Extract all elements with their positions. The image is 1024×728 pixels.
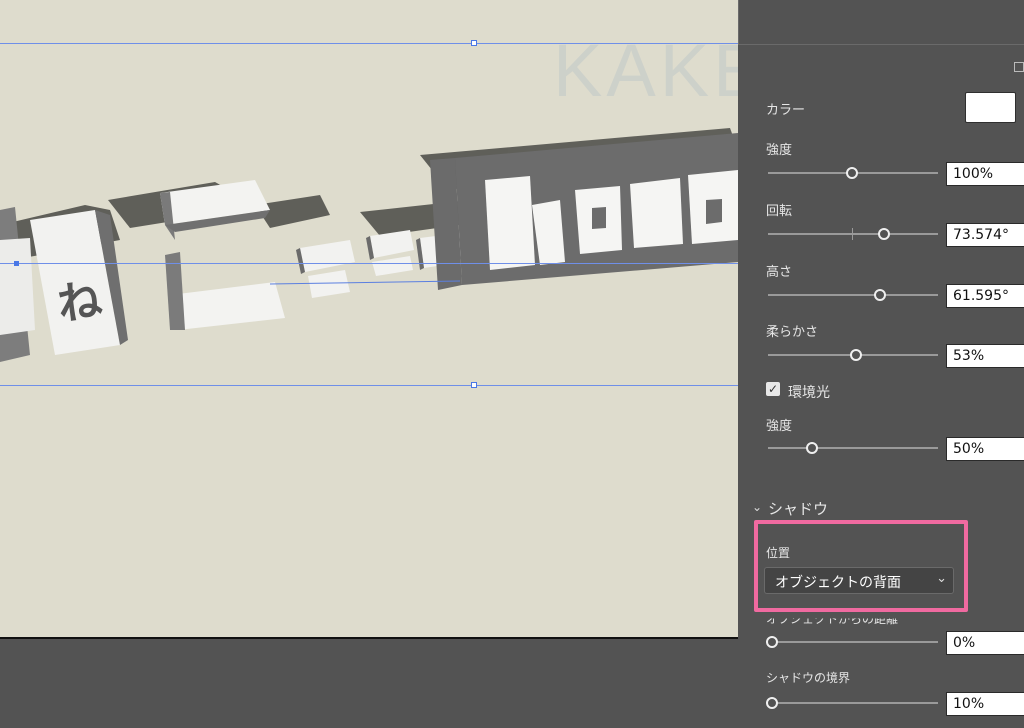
- guide-line-top: [0, 43, 738, 44]
- rotation-value[interactable]: 73.574°: [946, 223, 1024, 247]
- bounding-handle-bottom[interactable]: [471, 382, 477, 388]
- pasteboard: [0, 639, 738, 728]
- shadow-boundary-value[interactable]: 10%: [946, 692, 1024, 716]
- height-slider[interactable]: [768, 294, 938, 296]
- rotation-slider-knob[interactable]: [878, 228, 890, 240]
- height-slider-knob[interactable]: [874, 289, 886, 301]
- ambient-intensity-slider-knob[interactable]: [806, 442, 818, 454]
- anchor-point[interactable]: [14, 261, 19, 266]
- bounding-handle-top[interactable]: [471, 40, 477, 46]
- svg-text:ね: ね: [54, 274, 105, 331]
- softness-label: 柔らかさ: [766, 325, 819, 340]
- 3d-text-artwork[interactable]: ね: [0, 0, 738, 637]
- expand-icon[interactable]: [1014, 62, 1024, 72]
- softness-value[interactable]: 53%: [946, 344, 1024, 368]
- rotation-label: 回転: [766, 204, 793, 219]
- shadow-boundary-label: シャドウの境界: [766, 671, 851, 685]
- ambient-intensity-value[interactable]: 50%: [946, 437, 1024, 461]
- ambient-light-label: 環境光: [788, 385, 830, 401]
- guide-line-bottom: [0, 385, 738, 386]
- height-value[interactable]: 61.595°: [946, 284, 1024, 308]
- chevron-down-icon: ⌄: [936, 571, 947, 586]
- distance-label: オブジェクトからの距離: [766, 612, 899, 627]
- shadow-section-header[interactable]: シャドウ: [768, 498, 828, 519]
- shadow-boundary-slider[interactable]: [768, 702, 938, 704]
- position-dropdown-value: オブジェクトの背面: [775, 575, 901, 591]
- position-dropdown[interactable]: オブジェクトの背面 ⌄: [764, 567, 954, 594]
- distance-slider[interactable]: [768, 641, 938, 643]
- distance-slider-knob[interactable]: [766, 636, 778, 648]
- softness-slider-knob[interactable]: [850, 349, 862, 361]
- height-label: 高さ: [766, 265, 793, 280]
- 3d-lighting-panel: カラー 強度 100% 回転 73.574° 高さ 61.595° 柔らかさ 5…: [738, 0, 1024, 728]
- intensity-label: 強度: [766, 143, 793, 158]
- preview-box: [738, 0, 1024, 45]
- artboard-canvas[interactable]: KAKETA ね: [0, 0, 738, 637]
- intensity-value[interactable]: 100%: [946, 162, 1024, 186]
- position-label: 位置: [766, 546, 791, 560]
- rotation-slider[interactable]: [768, 233, 938, 235]
- shadow-boundary-slider-knob[interactable]: [766, 697, 778, 709]
- chevron-down-icon[interactable]: ⌄: [752, 500, 762, 514]
- ambient-intensity-label: 強度: [766, 419, 793, 434]
- color-swatch[interactable]: [965, 92, 1016, 123]
- rotation-center-tick: [852, 228, 853, 240]
- distance-value[interactable]: 0%: [946, 631, 1024, 655]
- ambient-light-checkbox[interactable]: ✓: [766, 382, 780, 396]
- intensity-slider-knob[interactable]: [846, 167, 858, 179]
- ambient-intensity-slider[interactable]: [768, 447, 938, 449]
- color-label: カラー: [766, 103, 806, 118]
- guide-line-middle: [0, 263, 738, 264]
